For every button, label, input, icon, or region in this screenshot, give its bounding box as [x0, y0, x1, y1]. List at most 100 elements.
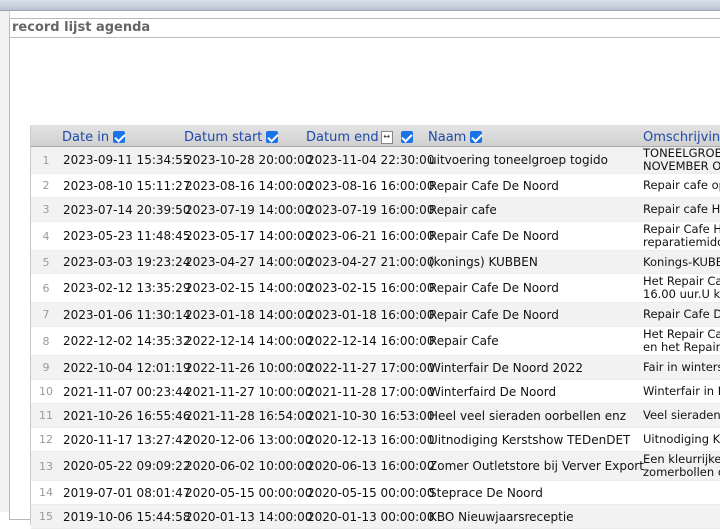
column-header-datum-start[interactable]: Datum start [184, 128, 279, 146]
column-header-datum-end[interactable]: Datum end ↔ [306, 128, 413, 146]
cell-naam: Repair Cafe [429, 334, 499, 348]
omschrijving-line: en het Repair [643, 340, 720, 354]
cell-naam: Heel veel sieraden oorbellen enz [429, 408, 627, 423]
table-row[interactable]: 3 2023-07-14 20:39:50 2023-07-19 14:00:00 2… [31, 198, 720, 222]
cell-datum-end: 2020-06-13 16:00:00 [307, 459, 435, 473]
cell-omschrijving: Konings-KUBBE [643, 251, 720, 273]
cell-naam: uitvoering toneelgroep togido [429, 153, 608, 167]
row-number: 11 [39, 409, 53, 422]
cell-naam: Winterfair De Noord 2022 [429, 360, 584, 375]
cell-datum-end: 2020-01-13 00:00:00 [307, 509, 435, 524]
cell-date-in: 2023-09-11 15:34:55 [63, 153, 191, 167]
omschrijving-line: Winterfair in D [643, 384, 720, 398]
table-row[interactable]: 7 2023-01-06 11:30:14 2023-01-18 14:00:00 2… [31, 303, 720, 327]
row-number: 6 [42, 281, 50, 295]
table-row[interactable]: 1 2023-09-11 15:34:55 2023-10-28 20:00:00 2… [31, 147, 720, 174]
panel-title-divider [10, 37, 720, 38]
row-number: 1 [42, 153, 50, 167]
omschrijving-line: Veel sieraden [643, 408, 720, 422]
datum-start-checkbox[interactable] [266, 131, 279, 143]
table-row[interactable]: 4 2023-05-23 11:48:45 2023-05-17 14:00:00 2… [31, 222, 720, 251]
date-in-checkbox[interactable] [113, 131, 126, 143]
cell-datum-start: 2023-07-19 14:00:00 [185, 202, 313, 217]
column-header-date-in[interactable]: Date in [62, 128, 126, 146]
row-number: 2 [42, 179, 50, 192]
cell-date-in: 2023-05-23 11:48:45 [63, 229, 191, 243]
cell-date-in: 2023-08-10 15:11:27 [63, 178, 191, 193]
table-row[interactable]: 13 2020-05-22 09:09:22 2020-06-02 10:00:00… [31, 452, 720, 481]
table-row[interactable]: 6 2023-02-12 13:35:29 2023-02-15 14:00:00 2… [31, 274, 720, 303]
cell-date-in: 2023-03-03 19:23:24 [63, 255, 191, 269]
cell-date-in: 2023-01-06 11:30:14 [63, 307, 191, 322]
cell-datum-end: 2021-11-28 17:00:00 [307, 384, 435, 399]
datum-end-checkbox[interactable] [400, 131, 413, 143]
row-number: 8 [42, 334, 50, 348]
row-number: 5 [42, 255, 50, 269]
table-row[interactable]: 11 2021-10-26 16:55:46 2021-11-28 16:54:00… [31, 404, 720, 428]
cell-date-in: 2020-05-22 09:09:22 [63, 459, 191, 473]
row-number: 14 [39, 486, 53, 499]
table-row[interactable]: 12 2020-11-17 13:27:42 2020-12-06 13:00:00… [31, 428, 720, 452]
cell-datum-start: 2022-12-14 14:00:00 [185, 334, 313, 348]
column-header-naam[interactable]: Naam [428, 128, 483, 146]
grid-header: Date in Datum start Datum end ↔ Naam Oms… [31, 125, 720, 147]
table-row[interactable]: 14 2019-07-01 08:01:47 2020-05-15 00:00:00… [31, 481, 720, 505]
window-top-bar [0, 0, 720, 11]
grid-rows: 1 2023-09-11 15:34:55 2023-10-28 20:00:00 2… [31, 147, 720, 529]
row-number: 4 [42, 229, 50, 243]
cell-datum-start: 2023-01-18 14:00:00 [185, 307, 313, 322]
cell-datum-start: 2021-11-27 10:00:00 [185, 384, 313, 399]
table-row[interactable]: 8 2022-12-02 14:35:32 2022-12-14 14:00:00 2… [31, 327, 720, 356]
naam-checkbox[interactable] [470, 131, 483, 143]
cell-omschrijving [643, 505, 720, 528]
cell-date-in: 2021-10-26 16:55:46 [63, 408, 191, 423]
cell-datum-end: 2020-12-13 16:00:00 [307, 432, 435, 447]
cell-naam: Repair Cafe De Noord [429, 281, 559, 295]
cell-datum-start: 2020-01-13 14:00:00 [185, 509, 313, 524]
table-row[interactable]: 9 2022-10-04 12:01:19 2022-11-26 10:00:00 2… [31, 356, 720, 380]
cell-date-in: 2023-07-14 20:39:50 [63, 202, 191, 217]
cell-omschrijving: Repair Cafe Hereparatiemidd [643, 222, 720, 250]
cell-datum-start: 2023-10-28 20:00:00 [185, 153, 313, 167]
cell-date-in: 2022-10-04 12:01:19 [63, 360, 191, 375]
cell-naam: KBO Nieuwjaarsreceptie [429, 509, 574, 524]
row-number: 9 [42, 361, 50, 374]
omschrijving-line: zomerbollen o [643, 465, 720, 479]
cell-datum-end: 2023-01-18 16:00:00 [307, 307, 435, 322]
column-label-datum-end: Datum end [306, 129, 379, 145]
cell-datum-end: 2023-08-16 16:00:00 [307, 178, 435, 193]
table-row[interactable]: 5 2023-03-03 19:23:24 2023-04-27 14:00:00 2… [31, 251, 720, 274]
table-row[interactable]: 10 2021-11-07 00:23:44 2021-11-27 10:00:00… [31, 380, 720, 404]
cell-datum-start: 2020-05-15 00:00:00 [185, 485, 313, 500]
cell-omschrijving: Repair cafe He [643, 198, 720, 221]
table-row[interactable]: 15 2019-10-06 15:44:58 2020-01-13 14:00:00… [31, 505, 720, 529]
omschrijving-line: Repair cafe He [643, 202, 720, 216]
cell-datum-end: 2022-12-14 16:00:00 [307, 334, 435, 348]
cell-datum-end: 2023-02-15 16:00:00 [307, 281, 435, 295]
cell-naam: Winterfaird De Noord [429, 384, 557, 399]
cell-datum-end: 2020-05-15 00:00:00 [307, 485, 435, 500]
cell-date-in: 2021-11-07 00:23:44 [63, 384, 191, 399]
table-row[interactable]: 2 2023-08-10 15:11:27 2023-08-16 14:00:00 2… [31, 174, 720, 198]
column-resize-icon[interactable]: ↔ [380, 130, 393, 144]
column-header-omschrijving[interactable]: Omschrijving [643, 128, 720, 146]
row-number: 12 [39, 433, 53, 446]
row-number: 15 [39, 510, 53, 523]
cell-naam: (konings) KUBBEN [429, 255, 538, 269]
omschrijving-line: NOVEMBER OM [643, 159, 720, 173]
omschrijving-line: Uitnodiging Ke [643, 432, 720, 446]
cell-datum-start: 2023-08-16 14:00:00 [185, 178, 313, 193]
row-number: 3 [42, 203, 50, 216]
cell-date-in: 2019-07-01 08:01:47 [63, 485, 191, 500]
cell-datum-start: 2020-12-06 13:00:00 [185, 432, 313, 447]
cell-omschrijving [643, 481, 720, 504]
cell-omschrijving: Winterfair in D [643, 380, 720, 403]
cell-naam: Repair Cafe De Noord [429, 178, 559, 193]
cell-datum-end: 2023-04-27 21:00:00 [307, 255, 435, 269]
cell-omschrijving: Het Repair Caf en het Repair [643, 327, 720, 355]
cell-datum-end: 2021-10-30 16:53:00 [307, 408, 435, 423]
column-label-datum-start: Datum start [184, 129, 263, 145]
column-label-date-in: Date in [62, 129, 110, 145]
cell-datum-start: 2023-04-27 14:00:00 [185, 255, 313, 269]
cell-datum-end: 2023-11-04 22:30:00 [307, 153, 435, 167]
